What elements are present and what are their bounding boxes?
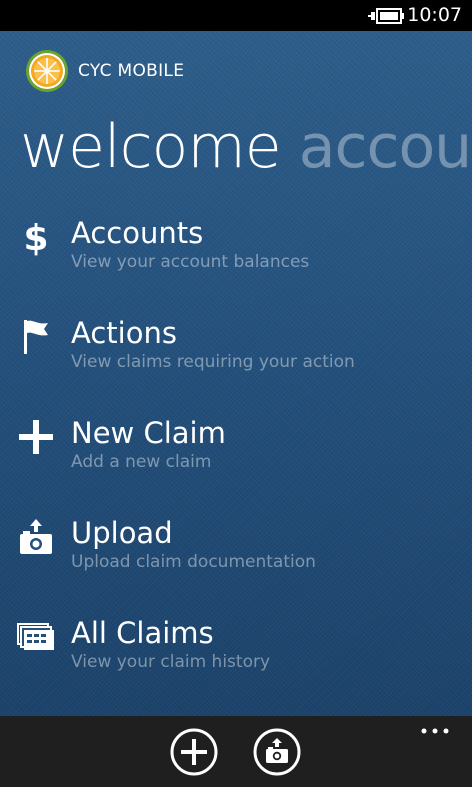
menu-item-title: Actions xyxy=(71,316,177,350)
menu-item-new-claim[interactable]: New Claim Add a new claim xyxy=(0,411,472,511)
menu-item-upload[interactable]: Upload Upload claim documentation xyxy=(0,511,472,611)
battery-charging-icon xyxy=(368,8,404,24)
upload-button[interactable] xyxy=(253,728,301,776)
svg-text:$: $ xyxy=(23,218,48,257)
menu-list: $ Accounts View your account balances Ac… xyxy=(0,211,472,711)
menu-item-accounts[interactable]: $ Accounts View your account balances xyxy=(0,211,472,311)
menu-item-subtitle: Add a new claim xyxy=(71,452,212,472)
main-content: CYC MOBILE welcome accou $ Accounts View … xyxy=(0,31,472,716)
app-title: CYC MOBILE xyxy=(78,61,185,81)
dollar-icon: $ xyxy=(16,217,56,257)
menu-item-subtitle: View your claim history xyxy=(71,652,271,672)
add-claim-button[interactable] xyxy=(170,728,218,776)
pivot-headers: welcome accou xyxy=(20,107,472,187)
phone-screen: 10:07 CYC MOBILE welcome accou $ Account… xyxy=(0,0,472,787)
menu-item-subtitle: View your account balances xyxy=(71,252,310,272)
flag-icon xyxy=(16,317,56,357)
menu-item-title: Accounts xyxy=(71,216,204,250)
add-circle-icon xyxy=(170,728,218,776)
status-bar: 10:07 xyxy=(0,0,472,31)
pivot-header-accounts[interactable]: accou xyxy=(299,107,472,187)
claims-list-icon xyxy=(16,617,56,657)
plus-icon xyxy=(16,417,56,457)
more-dots-icon[interactable] xyxy=(420,724,450,738)
camera-upload-icon xyxy=(16,517,56,557)
camera-upload-circle-icon xyxy=(253,728,301,776)
menu-item-all-claims[interactable]: All Claims View your claim history xyxy=(0,611,472,711)
menu-item-actions[interactable]: Actions View claims requiring your actio… xyxy=(0,311,472,411)
application-bar xyxy=(0,716,472,787)
menu-item-title: Upload xyxy=(71,516,173,550)
status-time: 10:07 xyxy=(407,4,462,26)
menu-item-subtitle: View claims requiring your action xyxy=(71,352,355,372)
orange-slice-logo-icon xyxy=(26,50,68,92)
menu-item-title: New Claim xyxy=(71,416,226,450)
pivot-header-welcome[interactable]: welcome xyxy=(20,107,282,187)
menu-item-title: All Claims xyxy=(71,616,214,650)
menu-item-subtitle: Upload claim documentation xyxy=(71,552,316,572)
